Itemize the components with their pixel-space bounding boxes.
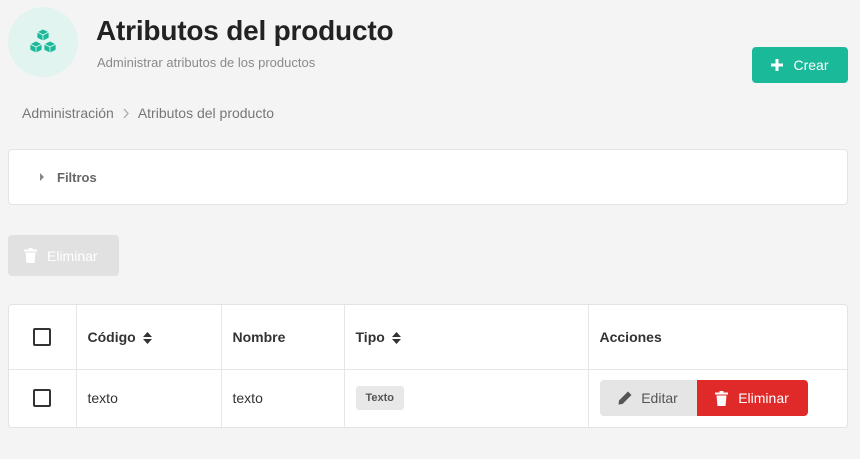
column-header-acciones: Acciones [599, 328, 662, 345]
table-header-row: Código Nombre Tipo Acciones [9, 305, 847, 369]
table-row: texto texto Texto Editar Eliminar [9, 369, 847, 427]
caret-right-icon [40, 173, 44, 181]
sort-icon [142, 332, 152, 345]
select-all-checkbox[interactable] [33, 327, 51, 346]
column-header-codigo[interactable]: Código [76, 305, 222, 369]
chevron-right-icon [122, 108, 130, 119]
row-actions: Editar Eliminar [599, 380, 848, 417]
row-checkbox[interactable] [33, 389, 51, 408]
column-header-tipo[interactable]: Tipo [344, 305, 589, 369]
breadcrumb-item-current: Atributos del producto [137, 105, 275, 121]
delete-button[interactable]: Eliminar [696, 380, 808, 417]
attributes-table: Código Nombre Tipo Acciones texto texto … [8, 304, 848, 428]
breadcrumb: Administración Atributos del producto [22, 105, 274, 121]
edit-button[interactable]: Editar [599, 380, 697, 417]
pencil-icon [618, 391, 632, 405]
page-title: Atributos del producto [96, 15, 394, 46]
filters-label: Filtros [57, 169, 97, 185]
delete-button-label: Eliminar [738, 390, 789, 407]
cubes-icon [29, 28, 57, 54]
create-button-label: Crear [793, 57, 829, 73]
filters-panel[interactable]: Filtros [8, 149, 848, 205]
column-header-nombre: Nombre [221, 305, 345, 369]
trash-icon [715, 390, 729, 406]
plus-icon [771, 59, 784, 71]
create-button[interactable]: Crear [752, 47, 848, 83]
page-icon [8, 7, 78, 77]
sort-icon [391, 332, 401, 345]
page-subtitle: Administrar atributos de los productos [97, 55, 316, 70]
bulk-delete-button[interactable]: Eliminar [8, 235, 119, 276]
type-badge: Texto [355, 386, 405, 411]
trash-icon [24, 248, 37, 263]
breadcrumb-item-administracion[interactable]: Administración [22, 105, 114, 121]
cell-name: texto [221, 369, 345, 427]
cell-code: texto [76, 369, 222, 427]
edit-button-label: Editar [641, 390, 678, 407]
bulk-delete-label: Eliminar [47, 247, 98, 264]
